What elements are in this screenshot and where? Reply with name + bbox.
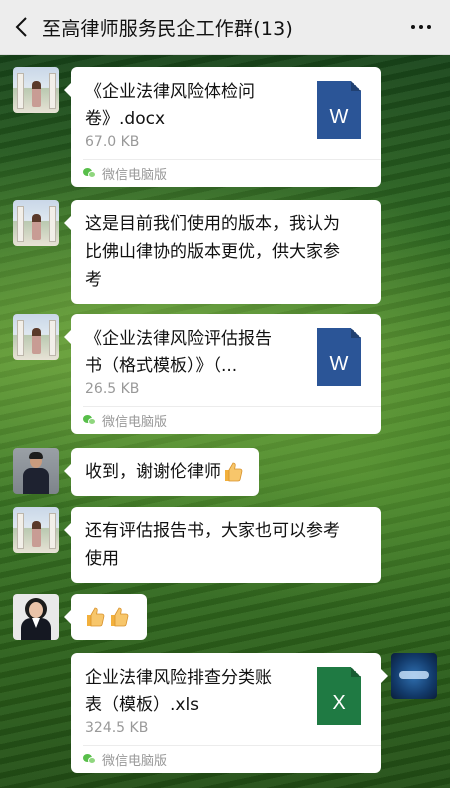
message-line: 这是目前我们使用的版本，我认为 bbox=[85, 214, 340, 234]
file-source-label: 微信电脑版 bbox=[102, 754, 168, 769]
message-line: 收到，谢谢伦律师 bbox=[85, 462, 221, 482]
thumbs-up-icon bbox=[107, 605, 131, 629]
text-message[interactable]: 收到，谢谢伦律师 bbox=[64, 448, 259, 496]
file-source-label: 微信电脑版 bbox=[102, 168, 168, 183]
chevron-left-icon bbox=[15, 17, 27, 37]
chat-title: 至高律师服务民企工作群(13) bbox=[42, 17, 294, 40]
file-message[interactable]: 《企业法律风险评估报告 书（格式模板）》（... 26.5 KB W 微信电脑版 bbox=[64, 314, 381, 434]
sender-avatar[interactable] bbox=[13, 314, 59, 360]
chat-header: 至高律师服务民企工作群(13) bbox=[0, 0, 450, 55]
emoji-message[interactable] bbox=[64, 594, 147, 640]
file-name: 《企业法律风险体检问 卷》.docx bbox=[85, 82, 255, 129]
thumbs-up-icon bbox=[83, 605, 107, 629]
thumbs-up-icon bbox=[221, 460, 245, 484]
file-source: 微信电脑版 bbox=[83, 159, 381, 187]
more-dot-icon bbox=[419, 25, 423, 29]
file-message[interactable]: 《企业法律风险体检问 卷》.docx 67.0 KB W 微信电脑版 bbox=[64, 67, 381, 187]
text-message[interactable]: 还有评估报告书，大家也可以参考 使用 bbox=[64, 507, 381, 583]
wechat-icon bbox=[83, 754, 96, 765]
message-line: 考 bbox=[85, 270, 102, 290]
file-source-label: 微信电脑版 bbox=[102, 415, 168, 430]
message-line: 还有评估报告书，大家也可以参考 bbox=[85, 521, 340, 541]
wechat-icon bbox=[83, 168, 96, 179]
self-avatar[interactable] bbox=[391, 653, 437, 699]
sender-avatar[interactable] bbox=[13, 507, 59, 553]
message-line: 比佛山律协的版本更优，供大家参 bbox=[85, 242, 340, 262]
word-file-icon: W bbox=[317, 81, 361, 139]
sender-avatar[interactable] bbox=[13, 448, 59, 494]
excel-file-icon: X bbox=[317, 667, 361, 725]
text-message[interactable]: 这是目前我们使用的版本，我认为 比佛山律协的版本更优，供大家参 考 bbox=[64, 200, 381, 304]
sender-avatar[interactable] bbox=[13, 200, 59, 246]
more-dot-icon bbox=[411, 25, 415, 29]
more-options-button[interactable] bbox=[408, 14, 434, 40]
back-button[interactable] bbox=[0, 0, 42, 55]
word-file-icon: W bbox=[317, 328, 361, 386]
sender-avatar[interactable] bbox=[13, 594, 59, 640]
more-dot-icon bbox=[427, 25, 431, 29]
sender-avatar[interactable] bbox=[13, 67, 59, 113]
file-message[interactable]: 企业法律风险排查分类账 表（模板）.xls 324.5 KB X 微信电脑版 bbox=[71, 653, 388, 773]
wechat-icon bbox=[83, 415, 96, 426]
message-line: 使用 bbox=[85, 549, 119, 569]
file-source: 微信电脑版 bbox=[83, 406, 381, 434]
file-name: 企业法律风险排查分类账 表（模板）.xls bbox=[85, 668, 272, 715]
file-source: 微信电脑版 bbox=[83, 745, 381, 773]
file-name: 《企业法律风险评估报告 书（格式模板）》（... bbox=[85, 329, 272, 376]
